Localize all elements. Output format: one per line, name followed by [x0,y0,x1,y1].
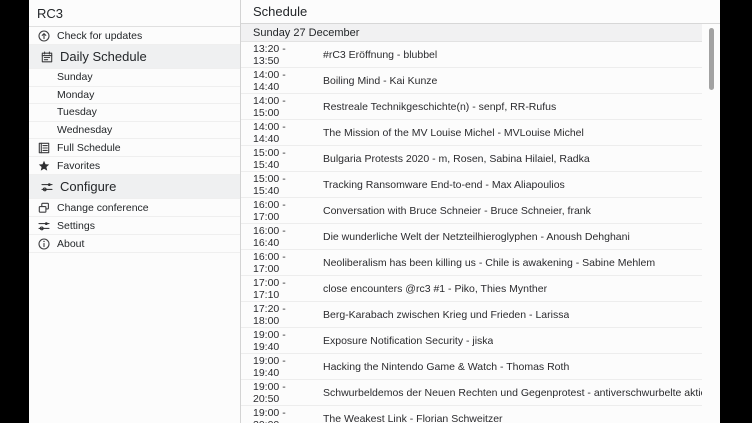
sliders-icon [37,219,50,232]
event-time: 17:00 - 17:10 [253,277,310,301]
schedule-event-row[interactable]: 19:00 - 20:50 Schwurbeldemos der Neuen R… [241,380,702,406]
sidebar-item-label: Favorites [57,160,100,172]
sliders-icon [40,180,53,193]
sidebar-item-change-conference[interactable]: Change conference [29,199,240,217]
sidebar-item-wednesday[interactable]: Wednesday [29,122,240,140]
event-title: close encounters @rc3 #1 - Piko, Thies M… [323,283,547,295]
sidebar-item-label: Change conference [57,202,149,214]
event-title: The Mission of the MV Louise Michel - MV… [323,127,584,139]
sidebar-item-configure[interactable]: Configure [29,175,240,199]
info-icon [37,237,50,250]
schedule-event-row[interactable]: 15:00 - 15:40 Tracking Ransomware End-to… [241,172,702,198]
event-time: 13:20 - 13:50 [253,43,310,67]
windows-icon [37,201,50,214]
sidebar-item-monday[interactable]: Monday [29,87,240,105]
calendar-icon [40,50,53,63]
sidebar-item-favorites[interactable]: Favorites [29,157,240,175]
event-title: Bulgaria Protests 2020 - m, Rosen, Sabin… [323,153,590,165]
event-time: 19:00 - 20:50 [253,381,310,405]
event-time: 17:20 - 18:00 [253,303,310,327]
sidebar-item-label: Configure [60,179,116,194]
sidebar-item-check-for-updates[interactable]: Check for updates [29,27,240,45]
event-title: Restreale Technikgeschichte(n) - senpf, … [323,101,556,113]
schedule-event-row[interactable]: 14:00 - 14:40 The Mission of the MV Loui… [241,120,702,146]
main-pane: Schedule Sunday 27 December 13:20 - 13:5… [241,0,720,423]
sidebar-item-full-schedule[interactable]: Full Schedule [29,139,240,157]
event-title: Schwurbeldemos der Neuen Rechten und Geg… [323,387,702,399]
event-time: 16:00 - 17:00 [253,199,310,223]
event-title: #rC3 Eröffnung - blubbel [323,49,437,61]
page-header: Schedule [241,0,720,24]
event-time: 19:00 - 19:40 [253,355,310,379]
event-title: Exposure Notification Security - jiska [323,335,493,347]
event-time: 19:00 - 19:40 [253,329,310,353]
list-icon [37,141,50,154]
schedule-event-row[interactable]: 17:00 - 17:10 close encounters @rc3 #1 -… [241,276,702,302]
schedule-list: 13:20 - 13:50 #rC3 Eröffnung - blubbel 1… [241,42,720,423]
schedule-event-row[interactable]: 19:00 - 20:00 The Weakest Link - Florian… [241,406,702,423]
sidebar-header: RC3 [29,0,240,27]
event-title: The Weakest Link - Florian Schweitzer [323,413,503,423]
schedule-event-row[interactable]: 19:00 - 19:40 Exposure Notification Secu… [241,328,702,354]
schedule-event-row[interactable]: 15:00 - 15:40 Bulgaria Protests 2020 - m… [241,146,702,172]
event-title: Conversation with Bruce Schneier - Bruce… [323,205,591,217]
event-time: 14:00 - 15:00 [253,95,310,119]
schedule-event-row[interactable]: 14:00 - 15:00 Restreale Technikgeschicht… [241,94,702,120]
event-time: 14:00 - 14:40 [253,69,310,93]
sidebar-item-label: Check for updates [57,30,142,42]
schedule-event-row[interactable]: 16:00 - 17:00 Conversation with Bruce Sc… [241,198,702,224]
event-title: Neoliberalism has been killing us - Chil… [323,257,655,269]
event-time: 16:00 - 17:00 [253,251,310,275]
sidebar-item-settings[interactable]: Settings [29,217,240,235]
sidebar: RC3 Check for updates Daily Schedule Sun… [29,0,241,423]
event-time: 15:00 - 15:40 [253,147,310,171]
sidebar-item-label: Wednesday [57,124,112,136]
event-title: Boiling Mind - Kai Kunze [323,75,437,87]
schedule-event-row[interactable]: 14:00 - 14:40 Boiling Mind - Kai Kunze [241,68,702,94]
update-icon [37,29,50,42]
schedule-event-row[interactable]: 17:20 - 18:00 Berg-Karabach zwischen Kri… [241,302,702,328]
schedule-event-row[interactable]: 16:00 - 16:40 Die wunderliche Welt der N… [241,224,702,250]
app-title: RC3 [37,6,63,21]
event-title: Hacking the Nintendo Game & Watch - Thom… [323,361,569,373]
event-title: Die wunderliche Welt der Netzteilhierogl… [323,231,630,243]
screen: { "colors": { "window_bg": "#fcfcfc", "s… [0,0,752,423]
event-time: 16:00 - 16:40 [253,225,310,249]
sidebar-item-label: About [57,238,84,250]
event-time: 14:00 - 14:40 [253,121,310,145]
sidebar-item-label: Settings [57,220,95,232]
day-section-label: Sunday 27 December [253,27,359,39]
sidebar-item-tuesday[interactable]: Tuesday [29,104,240,122]
sidebar-item-label: Tuesday [57,106,97,118]
sidebar-item-label: Monday [57,89,94,101]
sidebar-item-label: Daily Schedule [60,49,147,64]
schedule-event-row[interactable]: 13:20 - 13:50 #rC3 Eröffnung - blubbel [241,42,702,68]
sidebar-item-sunday[interactable]: Sunday [29,69,240,87]
day-section-header: Sunday 27 December [241,24,702,42]
sidebar-item-daily-schedule[interactable]: Daily Schedule [29,45,240,69]
event-time: 15:00 - 15:40 [253,173,310,197]
event-title: Tracking Ransomware End-to-end - Max Ali… [323,179,565,191]
star-icon [37,159,50,172]
event-time: 19:00 - 20:00 [253,407,310,423]
sidebar-item-list: Check for updates Daily Schedule Sunday … [29,27,240,253]
schedule-event-row[interactable]: 16:00 - 17:00 Neoliberalism has been kil… [241,250,702,276]
scrollbar-thumb[interactable] [709,28,714,90]
schedule-event-row[interactable]: 19:00 - 19:40 Hacking the Nintendo Game … [241,354,702,380]
sidebar-item-label: Full Schedule [57,142,121,154]
sidebar-item-label: Sunday [57,71,93,83]
app-window: RC3 Check for updates Daily Schedule Sun… [29,0,720,423]
page-title: Schedule [253,4,307,19]
event-title: Berg-Karabach zwischen Krieg und Frieden… [323,309,569,321]
sidebar-item-about[interactable]: About [29,235,240,253]
